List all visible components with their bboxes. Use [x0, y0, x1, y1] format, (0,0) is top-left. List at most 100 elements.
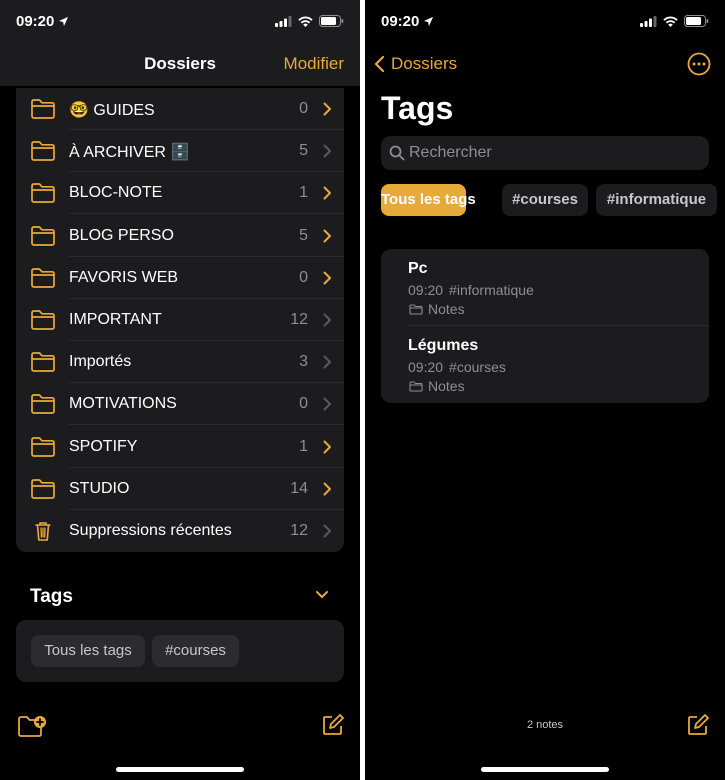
folder-count: 1: [299, 184, 308, 202]
search-icon: [389, 145, 405, 161]
folder-icon: [31, 394, 55, 415]
back-button[interactable]: Dossiers: [373, 54, 457, 74]
compose-icon[interactable]: [687, 714, 709, 736]
compose-icon[interactable]: [322, 714, 344, 736]
folder-count: 5: [299, 226, 308, 244]
note-tag: #informatique: [449, 282, 534, 298]
folder-row[interactable]: MOTIVATIONS 0: [16, 383, 344, 426]
folder-name: STUDIO: [69, 479, 130, 497]
folder-row[interactable]: STUDIO 14: [16, 468, 344, 510]
folder-row[interactable]: 🤓 GUIDES 0: [16, 88, 344, 130]
folder-icon: [31, 436, 55, 457]
battery-icon: [319, 15, 344, 27]
folder-name: FAVORIS WEB: [69, 268, 179, 286]
folder-row[interactable]: À ARCHIVER 🗄️ 5: [16, 130, 344, 173]
note-title: Légumes: [408, 337, 479, 354]
status-time: 09:20: [16, 13, 55, 30]
chevron-right-icon: [323, 440, 331, 454]
filter-chip-all[interactable]: Tous les tags: [381, 184, 476, 216]
note-folder: Notes: [428, 301, 465, 317]
chevron-left-icon: [374, 55, 385, 73]
tag-chip-all[interactable]: Tous les tags: [31, 635, 145, 667]
home-indicator[interactable]: [116, 767, 244, 772]
chevron-down-icon[interactable]: [315, 590, 329, 600]
folder-name: À ARCHIVER 🗄️: [69, 144, 191, 162]
tags-screen: 09:20 Dossiers Tags Tous les tags #cours…: [365, 0, 725, 780]
folder-count: 5: [299, 142, 308, 160]
folder-count: 12: [290, 522, 308, 539]
tags-section-title: Tags: [30, 586, 73, 607]
folder-name: BLOG PERSO: [69, 226, 174, 244]
more-options-icon[interactable]: [687, 52, 711, 76]
location-arrow-icon: [424, 16, 434, 27]
cellular-signal-icon: [640, 15, 657, 27]
note-title: Pc: [408, 260, 428, 277]
tag-chip-courses[interactable]: #courses: [152, 635, 239, 667]
chevron-right-icon: [323, 313, 331, 327]
chevron-right-icon: [323, 186, 331, 200]
folder-count: 14: [290, 479, 308, 497]
back-button-label: Dossiers: [391, 54, 458, 73]
modify-button[interactable]: Modifier: [284, 54, 344, 74]
page-title: Tags: [381, 90, 454, 126]
folder-row[interactable]: SPOTIFY 1: [16, 426, 344, 468]
folder-row[interactable]: BLOG PERSO 5: [16, 215, 344, 257]
chevron-right-icon: [323, 271, 331, 285]
folder-name: MOTIVATIONS: [69, 395, 177, 413]
folder-count: 0: [299, 100, 308, 117]
folder-row[interactable]: Suppressions récentes 12: [16, 510, 344, 552]
folder-icon: [409, 303, 423, 315]
folder-name: Suppressions récentes: [69, 522, 232, 539]
location-arrow-icon: [59, 16, 69, 27]
folder-icon: [31, 141, 55, 162]
status-bar: 09:20: [0, 0, 360, 44]
folder-name: IMPORTANT: [69, 311, 162, 328]
chevron-right-icon: [323, 524, 331, 538]
folder-row[interactable]: IMPORTANT 12: [16, 299, 344, 341]
folder-list: 🤓 GUIDES 0 À ARCHIVER 🗄️ 5 BLOC-NOTE 1 BLOG PE…: [16, 88, 344, 552]
folder-count: 1: [299, 437, 308, 455]
wifi-icon: [663, 16, 678, 27]
folder-icon: [31, 99, 55, 119]
chevron-right-icon: [323, 397, 331, 411]
wifi-icon: [298, 16, 313, 27]
folder-count: 0: [299, 268, 308, 286]
note-row[interactable]: Légumes 09:20 #courses Notes: [381, 326, 709, 403]
folder-count: 3: [299, 353, 308, 371]
folder-row[interactable]: FAVORIS WEB 0: [16, 257, 344, 299]
folder-count: 12: [290, 311, 308, 328]
note-row[interactable]: Pc 09:20 #informatique Notes: [381, 249, 709, 326]
folder-name: 🤓 GUIDES: [69, 102, 155, 119]
folders-screen: 09:20 Dossiers Modifier 🤓 GUIDES 0 À ARCHI…: [0, 0, 360, 780]
note-time: 09:20: [408, 359, 444, 375]
battery-icon: [684, 15, 709, 27]
folder-count: 0: [299, 395, 308, 413]
folder-icon: [31, 183, 55, 204]
filter-chip-courses[interactable]: #courses: [502, 184, 588, 216]
new-folder-icon[interactable]: [17, 714, 47, 738]
folder-icon: [31, 478, 55, 499]
status-time: 09:20: [381, 13, 420, 30]
note-tag: #courses: [449, 359, 506, 375]
status-bar: 09:20: [365, 0, 725, 44]
chevron-right-icon: [323, 102, 331, 116]
home-indicator[interactable]: [481, 767, 609, 772]
search-input[interactable]: [409, 136, 699, 170]
folder-row[interactable]: Importés 3: [16, 341, 344, 384]
note-time: 09:20: [408, 282, 444, 298]
trash-icon: [35, 522, 51, 541]
folder-row[interactable]: BLOC-NOTE 1: [16, 172, 344, 215]
folder-icon: [31, 310, 55, 330]
chevron-right-icon: [323, 229, 331, 243]
folder-icon: [31, 352, 55, 373]
chevron-right-icon: [323, 144, 331, 158]
folder-icon: [31, 225, 55, 246]
cellular-signal-icon: [275, 15, 292, 27]
folder-name: Importés: [69, 353, 132, 371]
notes-list: Pc 09:20 #informatique Notes Légumes 09:2…: [381, 249, 709, 403]
notes-count: 2 notes: [526, 719, 564, 731]
filter-chip-informatique[interactable]: #informatique: [596, 184, 717, 216]
tags-panel: Tous les tags #courses: [16, 620, 344, 682]
search-bar[interactable]: [381, 136, 709, 170]
folder-icon: [31, 267, 55, 288]
